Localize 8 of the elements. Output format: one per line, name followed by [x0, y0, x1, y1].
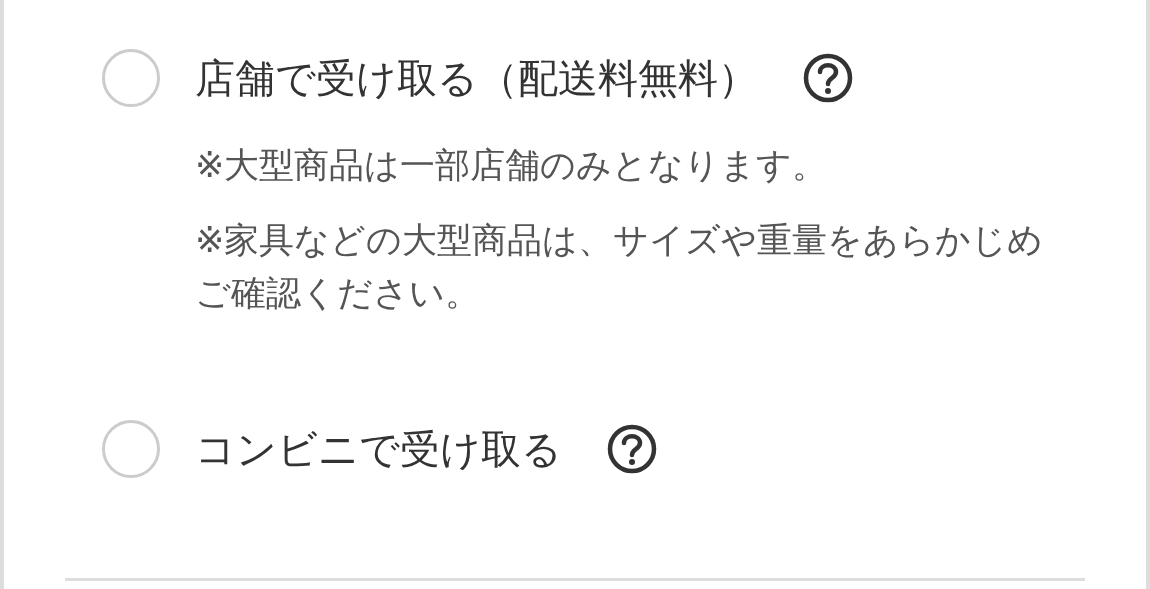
note-text: ※家具などの大型商品は、サイズや重量をあらかじめご確認ください。	[195, 219, 1045, 315]
option-label[interactable]: 店舗で受け取る（配送料無料）	[195, 50, 758, 106]
note-text: ※大型商品は一部店舗のみとなります。	[195, 144, 829, 187]
help-icon[interactable]	[607, 424, 657, 474]
radio-button[interactable]	[102, 49, 160, 107]
option-label[interactable]: コンビニで受け取る	[195, 421, 562, 477]
radio-button[interactable]	[102, 420, 160, 478]
help-icon[interactable]	[803, 53, 853, 103]
